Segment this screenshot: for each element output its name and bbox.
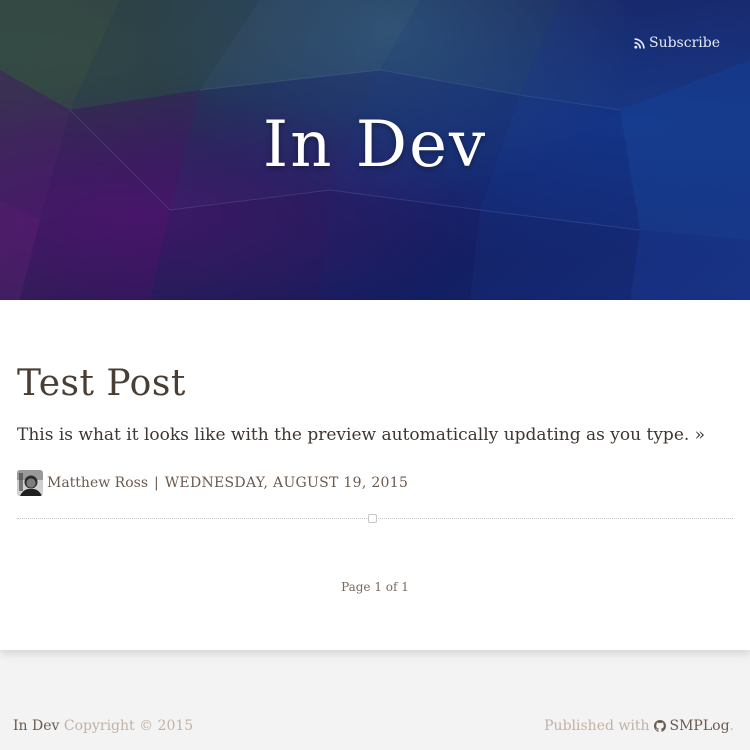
published-with-text: Published with <box>544 718 650 734</box>
footer-copyright-block: In Dev Copyright © 2015 <box>13 718 193 734</box>
author-avatar <box>17 470 43 496</box>
platform-suffix: . <box>729 718 734 734</box>
meta-separator: | <box>154 475 159 491</box>
platform-credit: SMPLog. <box>670 718 735 734</box>
post-meta: Matthew Ross | WEDNESDAY, AUGUST 19, 201… <box>17 470 408 496</box>
site-header: Subscribe In Dev <box>0 0 750 300</box>
footer-credits: Published with SMPLog. <box>544 718 734 734</box>
post-title[interactable]: Test Post <box>17 363 186 404</box>
pagination-label: Page 1 of 1 <box>341 580 409 594</box>
avatar-image <box>17 470 43 496</box>
rss-icon <box>634 37 645 49</box>
author-name[interactable]: Matthew Ross <box>47 475 148 491</box>
post-excerpt: This is what it looks like with the prev… <box>17 425 706 445</box>
subscribe-label: Subscribe <box>648 35 720 51</box>
github-icon <box>653 720 666 732</box>
post-list-card: Test Post This is what it looks like wit… <box>0 300 750 650</box>
site-title[interactable]: In Dev <box>0 108 750 182</box>
smplog-link[interactable]: SMPLog <box>670 718 730 734</box>
footer-copyright: Copyright © 2015 <box>59 718 194 734</box>
footer-site-link[interactable]: In Dev <box>13 718 59 734</box>
post-date: WEDNESDAY, AUGUST 19, 2015 <box>164 475 409 491</box>
subscribe-link[interactable]: Subscribe <box>634 35 720 51</box>
divider-ornament <box>368 514 377 523</box>
